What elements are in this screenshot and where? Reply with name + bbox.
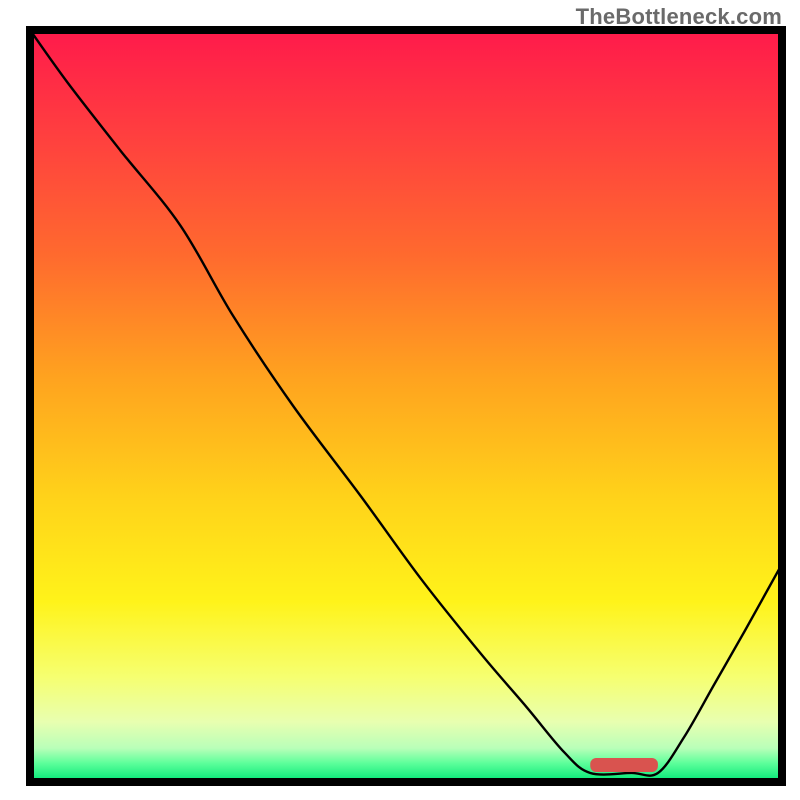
plot-background xyxy=(30,30,782,782)
optimum-marker xyxy=(590,758,658,772)
chart-container: TheBottleneck.com xyxy=(0,0,800,800)
bottleneck-chart xyxy=(0,0,800,800)
watermark-text: TheBottleneck.com xyxy=(576,4,782,30)
